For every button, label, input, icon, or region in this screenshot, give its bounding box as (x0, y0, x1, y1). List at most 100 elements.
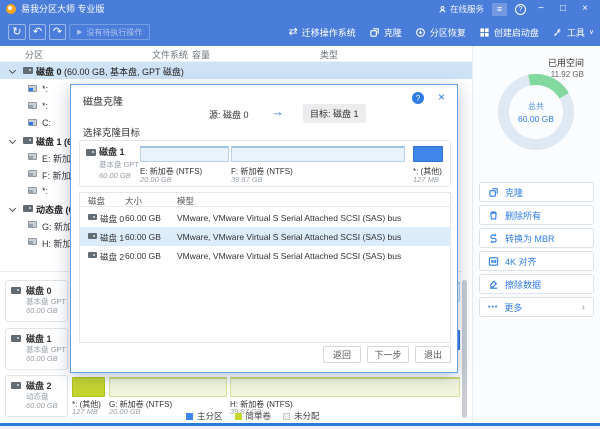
chevron-down-icon: ∨ (589, 28, 594, 36)
exit-button[interactable]: 退出 (415, 346, 451, 363)
disk0-card[interactable]: 磁盘 0 基本盘 GPT 60.00 GB (5, 280, 68, 322)
minimize-button[interactable]: − (534, 0, 548, 18)
simple-volume-swatch (235, 413, 242, 420)
total-value: 60.00 GB (518, 114, 554, 124)
sidebar-clone-label: 克隆 (505, 186, 523, 199)
disk2-card[interactable]: 磁盘 2 动态盘 60.00 GB (5, 375, 68, 417)
total-label: 总共 (528, 101, 544, 112)
partition-bar[interactable] (72, 377, 105, 397)
disk-table-row-disk2[interactable]: 磁盘 2 60.00 GB VMware, VMware Virtual S S… (80, 246, 450, 265)
eraser-icon (488, 279, 499, 290)
target-disk-size: 60.00 GB (99, 171, 131, 180)
disk-clone-dialog: 磁盘克隆 ? × 源: 磁盘 0 → 目标: 磁盘 1 选择克隆目标 磁盘 1 … (70, 84, 458, 373)
disk-icon (23, 205, 33, 212)
tools-button[interactable]: 工具 ∨ (552, 26, 594, 39)
partition-bar[interactable] (140, 146, 229, 162)
sidebar-delete-all-label: 删除所有 (505, 209, 541, 222)
source-disk-label: 源: 磁盘 0 (209, 108, 249, 121)
sidebar-more-button[interactable]: ••• 更多 › (479, 297, 594, 317)
partition-bar[interactable] (413, 146, 443, 162)
tools-icon (552, 27, 563, 38)
arrow-right-icon: → (271, 104, 284, 119)
back-button[interactable]: 返回 (323, 346, 361, 363)
select-target-title: 选择克隆目标 (83, 125, 140, 139)
partition-icon (28, 187, 37, 194)
disk-table-row-disk0[interactable]: 磁盘 0 60.00 GB VMware, VMware Virtual S S… (80, 208, 450, 227)
partition-size: 127 MB (413, 175, 439, 184)
disk-icon (23, 67, 33, 74)
partition-bar[interactable] (109, 377, 227, 397)
disk-icon (11, 335, 21, 342)
sidebar-convert-mbr-button[interactable]: 转换为 MBR (479, 228, 594, 248)
target-disk-preview: 磁盘 1 基本盘 GPT 60.00 GB E: 新加卷 (NTFS) 20.0… (79, 140, 451, 187)
legend-simple-label: 简单卷 (246, 410, 272, 422)
sidebar-wipe-data-button[interactable]: 擦除数据 (479, 274, 594, 294)
legend-primary-label: 主分区 (197, 410, 223, 422)
clone-icon (369, 27, 380, 38)
menu-icon[interactable]: ≡ (492, 3, 507, 16)
tree-item-disk0[interactable]: 磁盘 0 (60.00 GB, 基本盘, GPT 磁盘) (0, 62, 472, 79)
sidebar-delete-all-button[interactable]: 删除所有 (479, 205, 594, 225)
disk0-details: (60.00 GB, 基本盘, GPT 磁盘) (62, 67, 184, 77)
more-dots-icon: ••• (488, 304, 498, 311)
partition-bar[interactable] (230, 377, 460, 397)
col-disk: 磁盘 (88, 195, 105, 207)
help-icon[interactable]: ? (515, 4, 526, 15)
disk-table-header: 磁盘 大小 模型 (80, 193, 450, 207)
pending-operations-button[interactable]: ▶ 没有待执行操作 (69, 24, 150, 40)
col-model: 模型 (177, 195, 194, 207)
disk-table-row-disk1-selected[interactable]: 磁盘 1 60.00 GB VMware, VMware Virtual S S… (80, 227, 450, 246)
tools-label: 工具 (567, 26, 585, 39)
primary-partition-swatch (186, 413, 193, 420)
undo-button[interactable]: ↶ (29, 24, 46, 40)
clone-button[interactable]: 克隆 (369, 26, 402, 39)
col-partition: 分区 (25, 48, 43, 61)
collapse-chevron-icon[interactable] (9, 137, 16, 144)
dialog-help-icon[interactable]: ? (412, 92, 424, 104)
partition-recovery-button[interactable]: 分区恢复 (415, 26, 466, 39)
trash-icon (488, 210, 499, 221)
disk1-card[interactable]: 磁盘 1 基本盘 GPT 60.00 GB (5, 328, 68, 370)
partition-recovery-label: 分区恢复 (430, 26, 466, 39)
disk-usage-donut-chart: 总共 60.00 GB (498, 74, 574, 150)
disk-icon (88, 214, 97, 220)
play-icon: ▶ (77, 28, 82, 36)
online-service-button[interactable]: 在线服务 (438, 3, 484, 15)
target-disk-name: 磁盘 1 (99, 145, 125, 158)
partition-icon (28, 238, 37, 245)
4k-align-icon (488, 256, 499, 267)
pending-operations-label: 没有待执行操作 (86, 27, 142, 38)
toolbar: ↻ ↶ ↷ ▶ 没有待执行操作 ⇄ 迁移操作系统 克隆 分区恢复 (0, 18, 600, 46)
sidebar-clone-button[interactable]: 克隆 (479, 182, 594, 202)
collapse-chevron-icon[interactable] (9, 205, 16, 212)
clone-label: 克隆 (384, 26, 402, 39)
create-bootdisk-icon (479, 27, 490, 38)
online-service-label: 在线服务 (450, 3, 484, 15)
target-disk-type: 基本盘 GPT (99, 159, 139, 170)
refresh-button[interactable]: ↻ (8, 24, 26, 40)
sidebar-4k-align-button[interactable]: 4K 对齐 (479, 251, 594, 271)
titlebar: 易我分区大师 专业版 在线服务 ≡ ? − □ × (0, 0, 600, 18)
dialog-close-icon[interactable]: × (438, 90, 445, 104)
redo-button[interactable]: ↷ (49, 24, 66, 40)
next-button[interactable]: 下一步 (367, 346, 409, 363)
person-icon (438, 5, 447, 14)
disk-icon (11, 382, 21, 389)
disk-select-table: 磁盘 大小 模型 磁盘 0 60.00 GB VMware, VMware Vi… (79, 192, 451, 343)
close-button[interactable]: × (578, 0, 592, 18)
maximize-button[interactable]: □ (556, 0, 570, 18)
partition-icon (28, 102, 37, 109)
disk-icon (88, 233, 97, 239)
vertical-scrollbar[interactable] (462, 280, 467, 418)
collapse-chevron-icon[interactable] (9, 67, 16, 74)
migrate-os-label: 迁移操作系统 (302, 26, 356, 39)
sidebar: 已用空间 11.92 GB 总共 60.00 GB 克隆 删除所有 转换为 MB… (472, 46, 600, 423)
migrate-os-button[interactable]: ⇄ 迁移操作系统 (289, 26, 356, 39)
partition-bar[interactable] (231, 146, 405, 162)
unallocated-swatch (283, 413, 290, 420)
create-bootdisk-button[interactable]: 创建启动盘 (479, 26, 539, 39)
legend-unallocated-label: 未分配 (294, 410, 320, 422)
used-space-label: 已用空间 (548, 56, 584, 69)
dialog-title: 磁盘克隆 (83, 93, 123, 108)
sidebar-4k-align-label: 4K 对齐 (505, 255, 537, 268)
